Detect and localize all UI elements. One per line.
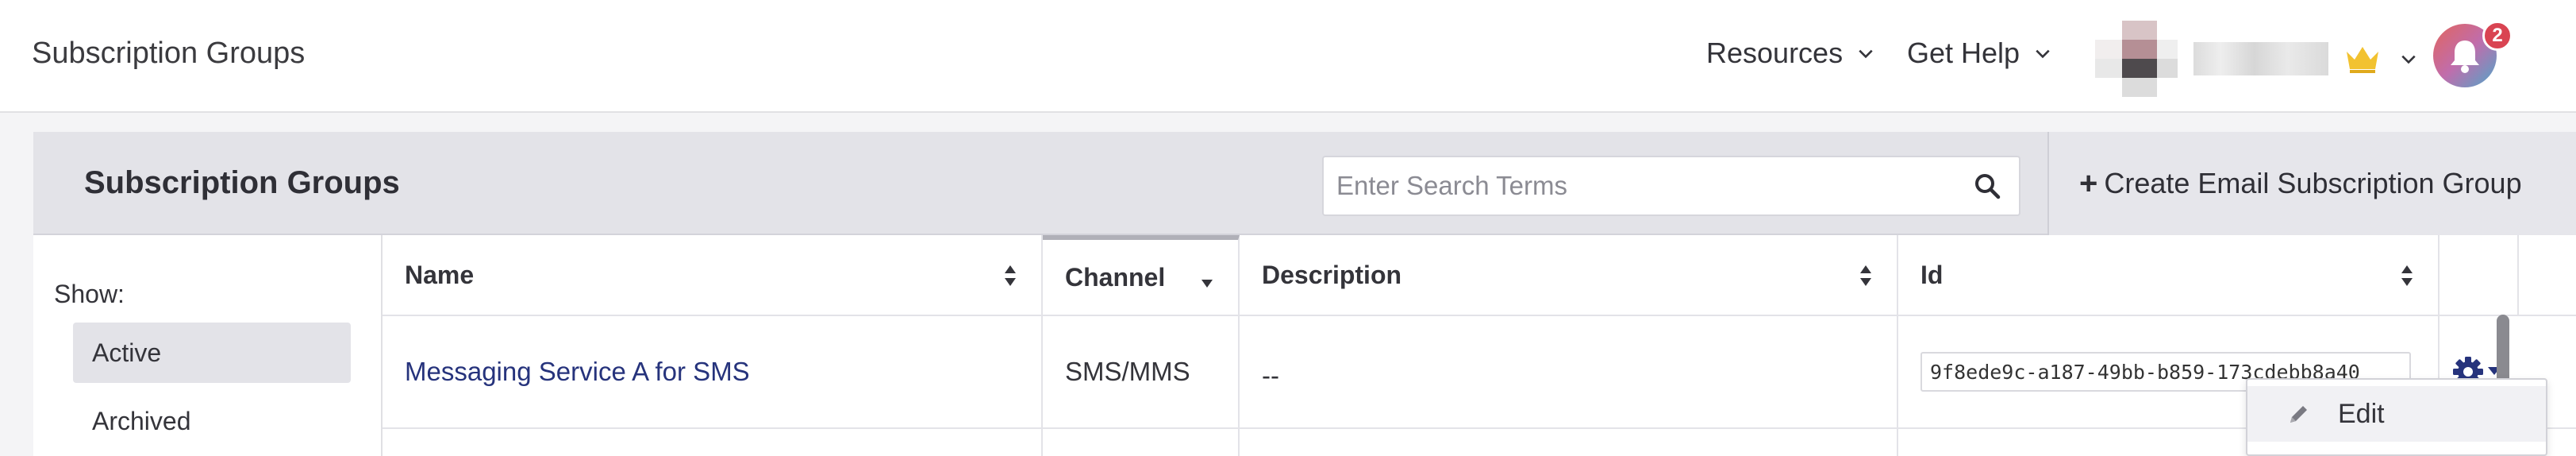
get-help-label: Get Help bbox=[1907, 37, 2020, 69]
column-channel-label: Channel bbox=[1065, 262, 1166, 292]
resources-menu[interactable]: Resources bbox=[1706, 37, 1874, 70]
column-header-id[interactable]: Id bbox=[1898, 235, 2440, 316]
panel-header: Subscription Groups + Create Email Subsc… bbox=[33, 132, 2576, 235]
filter-sidebar: Show: Active Archived bbox=[33, 235, 383, 456]
column-header-spacer bbox=[2519, 235, 2576, 316]
search-input[interactable] bbox=[1324, 157, 1955, 214]
column-header-channel[interactable]: Channel bbox=[1043, 235, 1240, 316]
filter-active[interactable]: Active bbox=[73, 323, 351, 383]
panel-title: Subscription Groups bbox=[84, 165, 400, 200]
create-button-label: Create Email Subscription Group bbox=[2104, 167, 2522, 199]
chevron-down-icon bbox=[2401, 55, 2416, 64]
search-button[interactable] bbox=[1955, 157, 2019, 214]
top-navbar: Subscription Groups Resources Get Help 2 bbox=[0, 0, 2576, 113]
user-profile-menu[interactable] bbox=[2095, 21, 2417, 97]
column-name-label: Name bbox=[405, 260, 475, 289]
search-box bbox=[1322, 156, 2020, 216]
sort-desc-icon bbox=[1201, 280, 1213, 288]
pencil-icon bbox=[2290, 406, 2307, 423]
show-label: Show: bbox=[54, 280, 125, 308]
filter-archived[interactable]: Archived bbox=[73, 391, 351, 451]
chevron-down-icon bbox=[2036, 49, 2050, 59]
column-header-name[interactable]: Name bbox=[383, 235, 1043, 316]
notifications-button[interactable]: 2 bbox=[2433, 21, 2513, 91]
app-title: Subscription Groups bbox=[32, 37, 306, 70]
sort-icon bbox=[1005, 265, 1016, 286]
subscription-groups-panel: Subscription Groups + Create Email Subsc… bbox=[33, 132, 2576, 456]
plus-icon: + bbox=[2079, 165, 2098, 201]
user-name-blurred bbox=[2193, 42, 2328, 75]
column-header-description[interactable]: Description bbox=[1240, 235, 1898, 316]
table-cell-description: -- bbox=[1240, 316, 1898, 429]
column-id-label: Id bbox=[1920, 260, 1944, 289]
sort-icon bbox=[2401, 265, 2413, 286]
table-cell-channel: SMS/MMS bbox=[1043, 316, 1240, 429]
search-icon bbox=[1975, 174, 2001, 199]
subscription-group-link[interactable]: Messaging Service A for SMS bbox=[405, 357, 750, 387]
chevron-down-icon bbox=[1859, 49, 1873, 59]
create-subscription-group-button[interactable]: + Create Email Subscription Group bbox=[2047, 132, 2576, 235]
sort-icon bbox=[1860, 265, 1871, 286]
edit-menu-item[interactable]: Edit bbox=[2247, 386, 2546, 442]
table-cell-name: Messaging Service A for SMS bbox=[383, 316, 1043, 429]
avatar bbox=[2095, 21, 2178, 97]
column-header-actions bbox=[2440, 235, 2519, 316]
edit-label: Edit bbox=[2338, 398, 2385, 429]
column-description-label: Description bbox=[1262, 260, 1402, 289]
table-row bbox=[383, 429, 2519, 456]
crown-icon bbox=[2347, 47, 2378, 73]
row-actions-menu: Edit bbox=[2246, 378, 2547, 456]
notification-badge: 2 bbox=[2482, 21, 2513, 51]
get-help-menu[interactable]: Get Help bbox=[1907, 37, 2051, 70]
resources-label: Resources bbox=[1706, 37, 1844, 69]
